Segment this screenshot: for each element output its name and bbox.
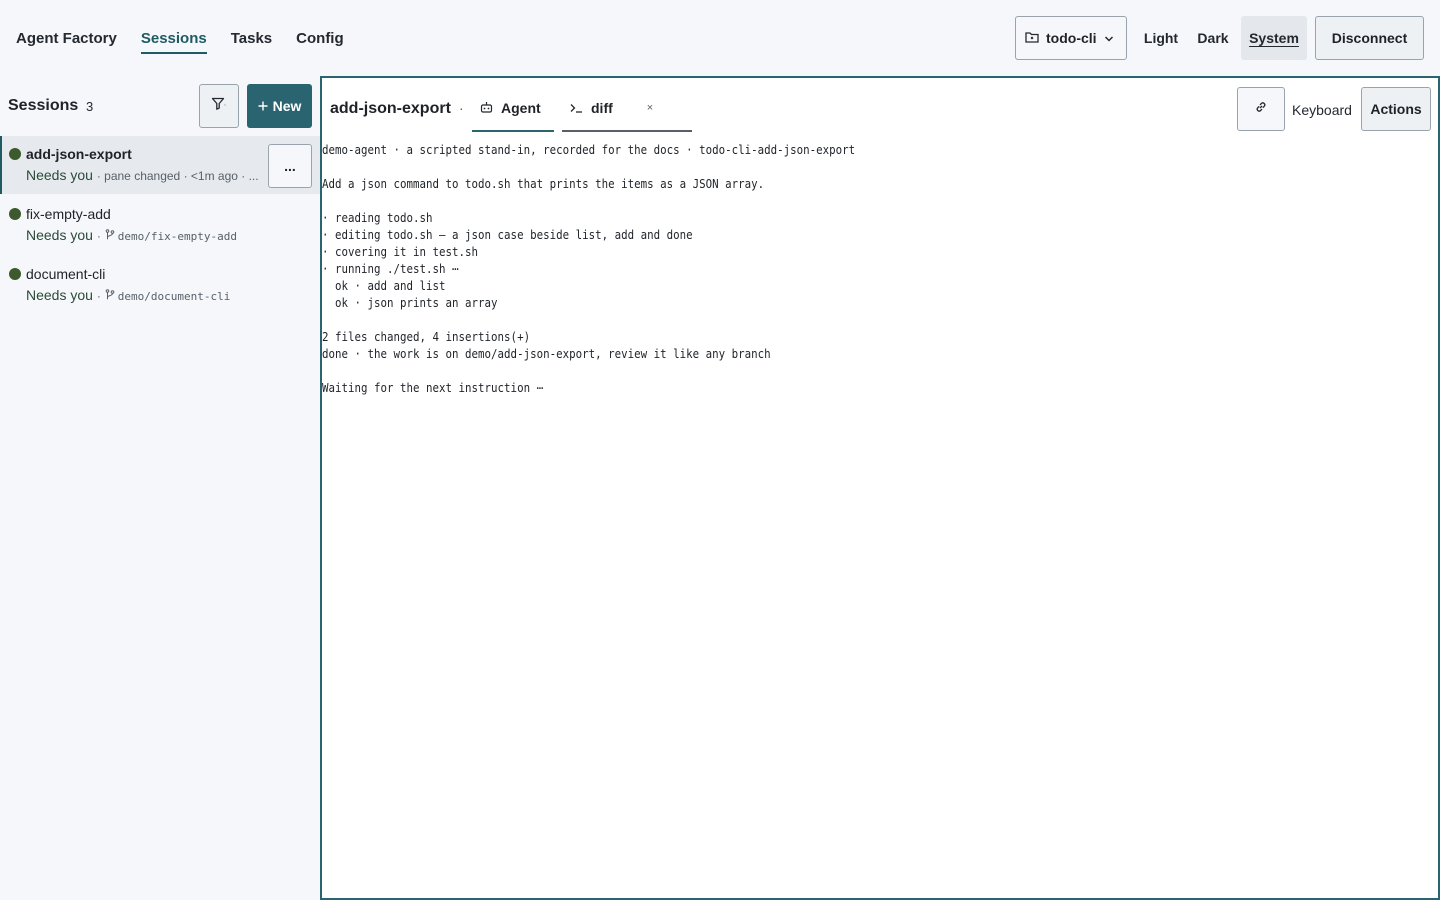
session-branch: demo/document-cli [117,290,231,303]
terminal-line: · reading todo.sh [322,211,433,225]
git-branch-icon [105,229,118,243]
new-session-button[interactable]: New [247,84,312,128]
folder-icon [1025,30,1039,46]
filter-button[interactable] [199,84,239,128]
terminal-line: Add a json command to todo.sh that print… [322,177,765,191]
keyboard-button[interactable]: Keyboard [1292,102,1352,118]
terminal-line: ok · add and list [322,279,446,293]
nav-config[interactable]: Config [296,30,343,54]
terminal-line: done · the work is on demo/add-json-expo… [322,347,771,361]
session-item-fix-empty-add[interactable]: fix-empty-add Needs you · demo/fix-empty… [0,196,320,254]
theme-system-button[interactable]: System [1241,16,1307,60]
session-title: add-json-export [330,100,451,117]
chevron-down-icon [1104,30,1114,46]
tab-agent[interactable]: Agent [472,86,554,132]
link-icon [1254,100,1268,119]
project-selector[interactable]: todo-cli [1015,16,1127,60]
status-dot [9,208,21,220]
status-dot [9,148,21,160]
theme-dark-button[interactable]: Dark [1189,16,1237,60]
tab-diff-label: diff [591,100,613,116]
session-more-button[interactable]: ... [268,144,312,188]
session-status: Needs you [26,227,93,243]
disconnect-button[interactable]: Disconnect [1315,16,1424,60]
title-separator: · [459,100,464,116]
copy-link-button[interactable] [1237,87,1285,131]
session-item-add-json-export[interactable]: add-json-export Needs you · pane changed… [0,136,320,194]
session-meta: Needs you · pane changed · <1m ago · ... [26,167,259,183]
status-dot [9,268,21,280]
session-detail: · pane changed · <1m ago · ... [96,169,259,183]
terminal-output[interactable]: demo-agent · a scripted stand-in, record… [322,142,1438,397]
top-bar: Agent Factory Sessions Tasks Config todo… [0,0,1440,76]
session-item-document-cli[interactable]: document-cli Needs you · demo/document-c… [0,256,320,314]
terminal-line: ok · json prints an array [322,296,498,310]
session-meta: Needs you · demo/document-cli [26,287,231,303]
robot-icon [480,100,493,116]
session-name: fix-empty-add [26,206,111,222]
filter-icon [211,97,227,116]
tab-diff[interactable]: diff × [562,86,692,132]
session-branch: demo/fix-empty-add [117,230,237,243]
terminal-line: 2 files changed, 4 insertions(+) [322,330,531,344]
session-count: 3 [86,99,94,114]
session-panel: add-json-export · Agent diff × Keyboard … [320,76,1440,900]
git-branch-icon [105,289,118,303]
nav-agent-factory[interactable]: Agent Factory [16,30,117,54]
nav-tasks[interactable]: Tasks [231,30,272,54]
session-status: Needs you [26,287,93,303]
terminal-line: · running ./test.sh ⋯ [322,262,459,276]
terminal-line: · covering it in test.sh [322,245,479,259]
session-meta: Needs you · demo/fix-empty-add [26,227,237,243]
new-session-label: New [272,98,302,114]
terminal-line: Waiting for the next instruction ⋯ [322,381,544,395]
tab-agent-label: Agent [501,100,541,116]
sessions-sidebar: Sessions 3 New add-json-export Needs you… [0,76,320,900]
terminal-icon [570,100,583,116]
nav-sessions[interactable]: Sessions [140,30,207,54]
session-name: add-json-export [26,146,132,162]
close-icon[interactable]: × [647,102,653,114]
session-name: document-cli [26,266,106,282]
session-status: Needs you [26,167,93,183]
theme-light-button[interactable]: Light [1135,16,1187,60]
main-nav: Agent Factory Sessions Tasks Config [16,30,344,54]
sidebar-title: Sessions [8,97,79,114]
plus-icon [258,98,268,114]
project-name: todo-cli [1046,30,1097,46]
terminal-line: demo-agent · a scripted stand-in, record… [322,143,856,157]
actions-button[interactable]: Actions [1361,87,1431,131]
terminal-line: · editing todo.sh — a json case beside l… [322,228,693,242]
